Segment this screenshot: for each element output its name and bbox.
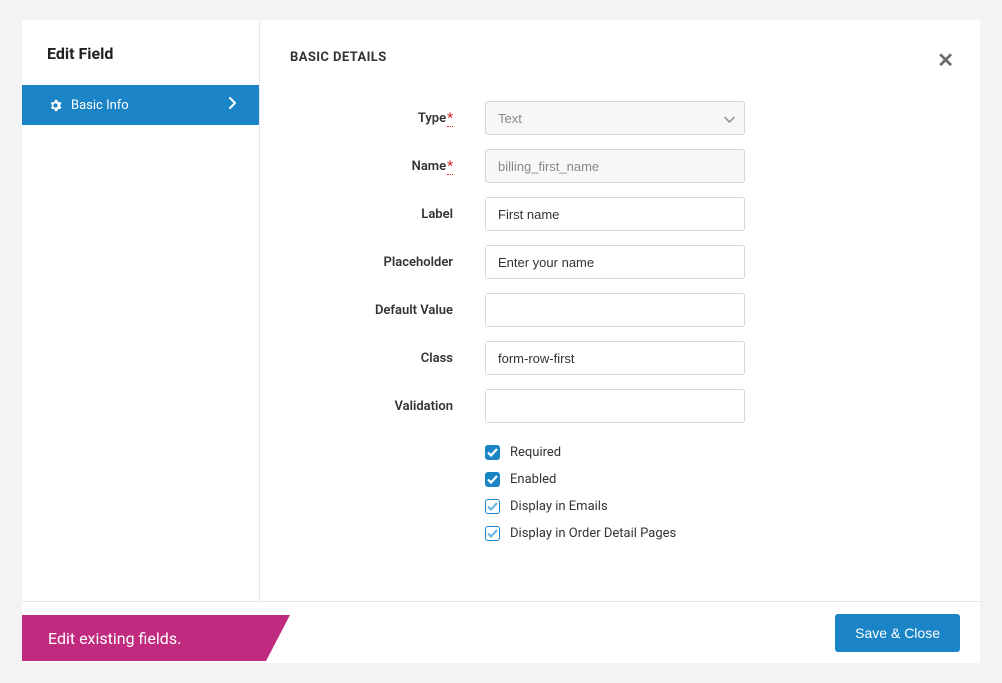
checkbox-required[interactable] xyxy=(485,445,500,460)
checkbox-group: Required Enabled Display in Emails xyxy=(290,445,950,541)
row-check-order: Display in Order Detail Pages xyxy=(485,526,950,541)
row-class: Class xyxy=(290,341,950,375)
row-name: Name* xyxy=(290,149,950,183)
row-type: Type* xyxy=(290,101,950,135)
row-check-emails: Display in Emails xyxy=(485,499,950,514)
caption-text: Edit existing fields. xyxy=(48,629,181,648)
label-input[interactable] xyxy=(485,197,745,231)
checkbox-display-order[interactable] xyxy=(485,526,500,541)
checkbox-display-emails[interactable] xyxy=(485,499,500,514)
default-input[interactable] xyxy=(485,293,745,327)
gear-icon xyxy=(48,98,63,113)
sidebar-title: Edit Field xyxy=(47,44,234,63)
sidebar: Edit Field Basic Info xyxy=(22,20,260,601)
caption-banner: Edit existing fields. xyxy=(22,615,266,661)
checkbox-label-order: Display in Order Detail Pages xyxy=(510,526,676,541)
save-close-button[interactable]: Save & Close xyxy=(835,614,960,652)
type-select[interactable] xyxy=(485,101,745,135)
row-check-required: Required xyxy=(485,445,950,460)
chevron-right-icon xyxy=(229,97,237,113)
edit-field-modal: Edit Field Basic Info ✕ BASIC DETAILS Ty… xyxy=(22,20,980,663)
checkbox-label-enabled: Enabled xyxy=(510,472,556,487)
checkbox-label-emails: Display in Emails xyxy=(510,499,608,514)
label-name: Name* xyxy=(290,159,485,174)
placeholder-input[interactable] xyxy=(485,245,745,279)
checkbox-enabled[interactable] xyxy=(485,472,500,487)
row-placeholder: Placeholder xyxy=(290,245,950,279)
nav-item-label: Basic Info xyxy=(71,98,129,113)
label-type: Type* xyxy=(290,111,485,126)
main-area: Edit Field Basic Info ✕ BASIC DETAILS Ty… xyxy=(22,20,980,601)
class-input[interactable] xyxy=(485,341,745,375)
row-validation: Validation xyxy=(290,389,950,423)
nav-item-basic-info[interactable]: Basic Info xyxy=(22,85,259,125)
validation-input[interactable] xyxy=(485,389,745,423)
row-default: Default Value xyxy=(290,293,950,327)
row-label: Label xyxy=(290,197,950,231)
label-default: Default Value xyxy=(290,303,485,318)
label-class: Class xyxy=(290,351,485,366)
checkbox-label-required: Required xyxy=(510,445,561,460)
content-panel: ✕ BASIC DETAILS Type* N xyxy=(260,20,980,601)
section-title: BASIC DETAILS xyxy=(290,50,950,65)
form-rows: Type* Name* xyxy=(290,101,950,541)
label-validation: Validation xyxy=(290,399,485,414)
label-label: Label xyxy=(290,207,485,222)
name-input[interactable] xyxy=(485,149,745,183)
field-type-wrap xyxy=(485,101,745,135)
label-placeholder: Placeholder xyxy=(290,255,485,270)
sidebar-header: Edit Field xyxy=(22,20,259,85)
close-icon[interactable]: ✕ xyxy=(937,48,954,72)
row-check-enabled: Enabled xyxy=(485,472,950,487)
